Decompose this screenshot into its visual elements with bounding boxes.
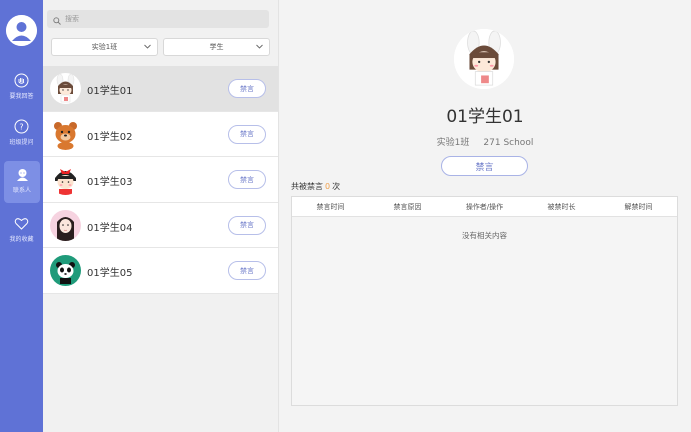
student-name: 01学生01 <box>87 86 133 97</box>
rail-label: 联系人 <box>12 187 31 194</box>
hand-raise-icon <box>14 72 30 88</box>
role-select[interactable]: 学生 <box>163 38 270 56</box>
column-header: 禁言原因 <box>393 202 422 211</box>
bear-avatar <box>50 118 81 150</box>
search-box[interactable] <box>47 10 269 28</box>
rail-item-contacts[interactable]: 联系人 <box>4 161 40 203</box>
mute-button[interactable]: 禁言 <box>228 124 266 144</box>
mute-count: 共被禁言 0 次 <box>291 181 340 192</box>
mute-button[interactable]: 禁言 <box>228 170 266 189</box>
contact-list-panel: 实验1班 学生 01学生01 禁言 01学生02 禁言 01学生03 <box>43 0 279 432</box>
svg-text:?: ? <box>19 122 23 131</box>
column-header: 操作者/操作 <box>465 202 504 211</box>
mute-count-value: 0 <box>325 182 331 191</box>
student-name: 01学生03 <box>87 177 133 188</box>
mute-count-prefix: 共被禁言 <box>291 182 323 191</box>
mute-button[interactable]: 禁言 <box>441 156 528 176</box>
panda-avatar <box>50 255 81 286</box>
question-icon: ? <box>14 118 30 134</box>
list-item[interactable]: 01学生02 禁言 <box>43 111 278 157</box>
class-select-value: 实验1班 <box>91 43 118 51</box>
student-detail-panel: 01学生01 实验1班 271 School 禁言 共被禁言 0 次 禁言时间 禁言原… <box>279 0 691 432</box>
rail-item-favorites[interactable]: 我的收藏 <box>0 210 43 252</box>
maruko-avatar <box>50 164 81 195</box>
list-item[interactable]: 01学生01 禁言 <box>43 66 278 112</box>
student-school: 271 School <box>483 138 534 148</box>
chevron-down-icon <box>255 42 264 53</box>
student-class: 实验1班 <box>436 138 470 148</box>
table-header: 禁言时间 禁言原因 操作者/操作 被禁时长 解禁时间 <box>292 197 677 217</box>
chevron-down-icon <box>143 42 152 53</box>
mute-history-table: 禁言时间 禁言原因 操作者/操作 被禁时长 解禁时间 没有相关内容 <box>291 196 678 406</box>
column-header: 禁言时间 <box>316 202 345 211</box>
column-header: 被禁时长 <box>547 202 576 211</box>
user-avatar-icon[interactable] <box>6 15 37 46</box>
student-list: 01学生01 禁言 01学生02 禁言 01学生03 禁言 01学生04 禁言 <box>43 66 278 294</box>
mute-count-suffix: 次 <box>332 182 341 191</box>
empty-state-text: 没有相关内容 <box>462 231 507 240</box>
role-select-value: 学生 <box>209 43 224 51</box>
mute-button[interactable]: 禁言 <box>228 79 266 98</box>
contacts-icon <box>14 166 30 182</box>
list-item[interactable]: 01学生04 禁言 <box>43 202 278 248</box>
rail-label: 我的收藏 <box>9 236 34 243</box>
mute-button[interactable]: 禁言 <box>228 215 266 235</box>
rail-item-answer[interactable]: 要我回答 <box>0 67 43 109</box>
student-name: 01学生02 <box>87 131 133 143</box>
mute-button[interactable]: 禁言 <box>228 261 266 280</box>
rail-item-questions[interactable]: ? 班级提问 <box>0 113 43 155</box>
student-meta: 实验1班 271 School <box>279 135 691 148</box>
list-item[interactable]: 01学生05 禁言 <box>43 248 278 294</box>
student-name-title: 01学生01 <box>446 107 524 127</box>
rail-label: 要我回答 <box>9 93 34 100</box>
girl-bunny-avatar <box>50 73 81 104</box>
girl-bunny-avatar <box>454 29 514 89</box>
student-name: 01学生04 <box>87 222 133 234</box>
class-select[interactable]: 实验1班 <box>51 38 158 56</box>
search-icon <box>53 10 61 29</box>
rail-label: 班级提问 <box>9 139 34 146</box>
girl-pink-avatar <box>50 209 81 241</box>
heart-icon <box>14 215 30 231</box>
left-nav-rail: 要我回答 ? 班级提问 联系人 我的收藏 <box>0 0 43 432</box>
student-name: 01学生05 <box>87 268 133 279</box>
list-item[interactable]: 01学生03 禁言 <box>43 157 278 203</box>
column-header: 解禁时间 <box>624 202 653 211</box>
search-input[interactable] <box>65 15 255 23</box>
